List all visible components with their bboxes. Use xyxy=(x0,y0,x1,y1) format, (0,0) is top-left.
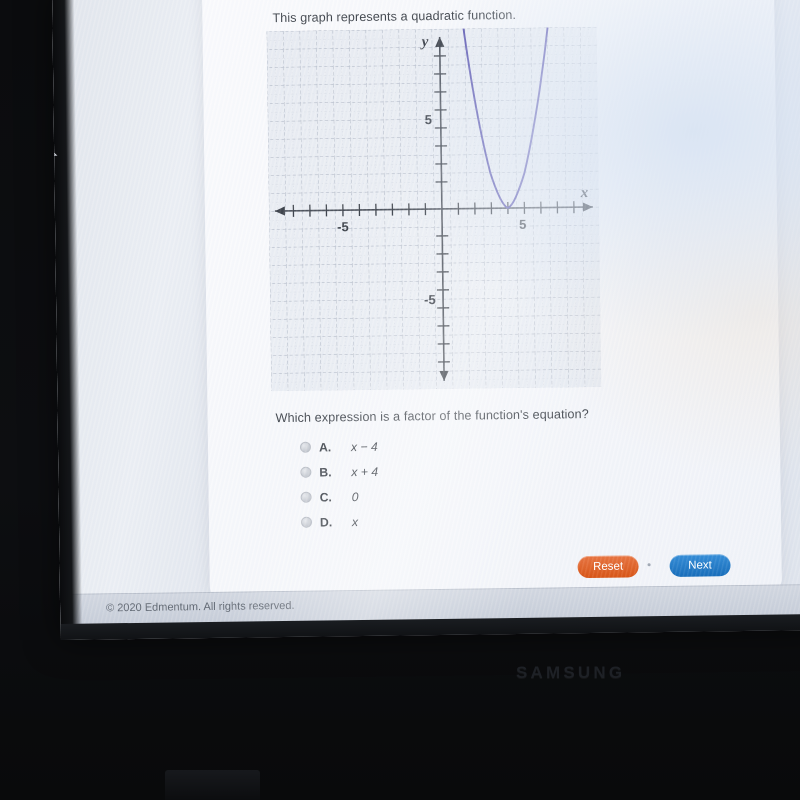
question-content-card: This graph represents a quadratic functi… xyxy=(201,0,782,596)
x-tick-label-neg5: -5 xyxy=(337,219,349,234)
radio-button-d[interactable] xyxy=(300,516,313,528)
option-expression-d: x xyxy=(351,514,359,529)
next-button[interactable]: Next xyxy=(669,554,731,577)
reset-button[interactable]: Reset xyxy=(577,555,639,579)
x-tick-label-pos5: 5 xyxy=(519,217,526,232)
question-prompt: This graph represents a quadratic functi… xyxy=(272,7,517,26)
option-letter-b: B. xyxy=(319,464,332,480)
samsung-brand-logo: SAMSUNG xyxy=(516,663,626,682)
question-stem: Which expression is a factor of the func… xyxy=(275,407,589,426)
x-axis-label: x xyxy=(580,185,589,201)
radio-button-b[interactable] xyxy=(300,466,312,478)
y-tick-label-pos5: 5 xyxy=(425,112,432,127)
option-expression-c: 0 xyxy=(351,489,359,504)
radio-button-c[interactable] xyxy=(300,491,312,503)
option-letter-d: D. xyxy=(319,514,333,530)
option-letter-a: A. xyxy=(318,439,332,455)
option-row-d[interactable]: D. x xyxy=(300,505,631,534)
separator-dot xyxy=(648,563,652,567)
y-tick-label-neg5: -5 xyxy=(424,292,436,307)
option-expression-a: x − 4 xyxy=(350,439,378,454)
laptop-bezel: This graph represents a quadratic functi… xyxy=(0,0,800,800)
action-button-group: Reset Next xyxy=(577,554,731,579)
laptop-screen: This graph represents a quadratic functi… xyxy=(52,0,800,640)
laptop-bezel-foot xyxy=(165,770,260,800)
quadratic-function-graph: -5 5 5 -5 y x xyxy=(266,26,602,392)
radio-button-a[interactable] xyxy=(299,441,312,453)
footer-copyright: © 2020 Edmentum. All rights reserved. xyxy=(106,599,295,615)
mouse-cursor-icon xyxy=(52,142,58,165)
answer-options-list: A. x − 4 B. x + 4 C. 0 D. x xyxy=(299,430,631,534)
y-axis-label: y xyxy=(420,34,429,50)
option-expression-b: x + 4 xyxy=(351,464,379,479)
graph-svg: -5 5 5 -5 y x xyxy=(266,26,602,392)
option-letter-c: C. xyxy=(319,489,332,505)
